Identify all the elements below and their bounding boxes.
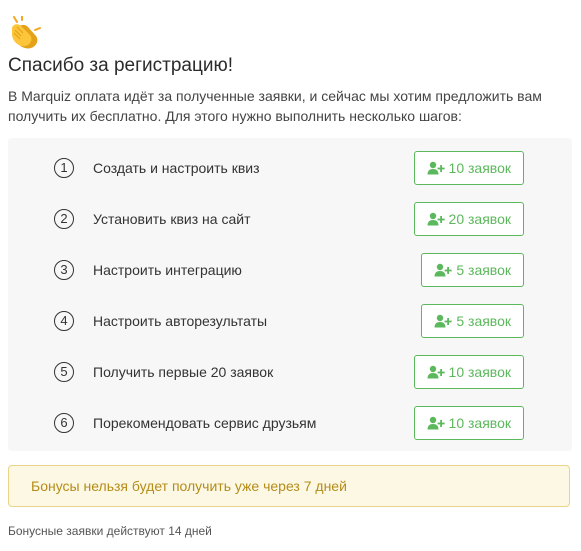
user-plus-icon (427, 161, 445, 175)
reward-button-step-6[interactable]: 10 заявок (413, 406, 524, 440)
reward-label: 10 заявок (448, 364, 511, 380)
step-row: 4 Настроить авторезультаты 5 заявок (8, 304, 572, 340)
step-label: Настроить интеграцию (93, 262, 242, 278)
step-number-badge: 2 (54, 209, 74, 229)
step-label: Получить первые 20 заявок (93, 364, 274, 380)
step-label: Установить квиз на сайт (93, 211, 251, 227)
bonus-validity-footnote: Бонусные заявки действуют 14 дней (8, 524, 212, 538)
step-row: 2 Установить квиз на сайт 20 заявок (8, 202, 572, 238)
reward-button-step-4[interactable]: 5 заявок (421, 304, 524, 338)
intro-text: В Marquiz оплата идёт за полученные заяв… (8, 88, 542, 124)
user-plus-icon (434, 263, 452, 277)
reward-button-step-3[interactable]: 5 заявок (421, 253, 524, 287)
step-label: Порекомендовать сервис друзьям (93, 415, 317, 431)
step-number-badge: 5 (54, 362, 74, 382)
step-label: Настроить авторезультаты (93, 313, 268, 329)
user-plus-icon (427, 416, 445, 430)
bonus-expiry-notice: Бонусы нельзя будет получить уже через 7… (8, 465, 570, 507)
step-row: 5 Получить первые 20 заявок 10 заявок (8, 355, 572, 391)
user-plus-icon (427, 365, 445, 379)
reward-button-step-2[interactable]: 20 заявок (413, 202, 524, 236)
step-number-badge: 4 (54, 311, 74, 331)
step-number-badge: 3 (54, 260, 74, 280)
step-number-badge: 6 (54, 413, 74, 433)
reward-label: 5 заявок (456, 313, 511, 329)
notice-text: Бонусы нельзя будет получить уже через 7… (31, 478, 347, 494)
reward-label: 20 заявок (448, 211, 511, 227)
step-number-badge: 1 (54, 158, 74, 178)
step-row: 3 Настроить интеграцию 5 заявок (8, 253, 572, 289)
step-row: 1 Создать и настроить квиз 10 заявок (8, 151, 572, 187)
reward-label: 10 заявок (448, 160, 511, 176)
reward-label: 5 заявок (456, 262, 511, 278)
step-row: 6 Порекомендовать сервис друзьям 10 заяв… (8, 406, 572, 442)
steps-list: 1 Создать и настроить квиз 10 заявок 2 У… (8, 138, 572, 451)
reward-button-step-1[interactable]: 10 заявок (413, 151, 524, 185)
reward-button-step-5[interactable]: 10 заявок (413, 355, 524, 389)
reward-label: 10 заявок (448, 415, 511, 431)
user-plus-icon (434, 314, 452, 328)
user-plus-icon (427, 212, 445, 226)
page-title: Спасибо за регистрацию! (8, 55, 234, 76)
clapping-hands-icon (8, 15, 42, 50)
step-label: Создать и настроить квиз (93, 160, 260, 176)
